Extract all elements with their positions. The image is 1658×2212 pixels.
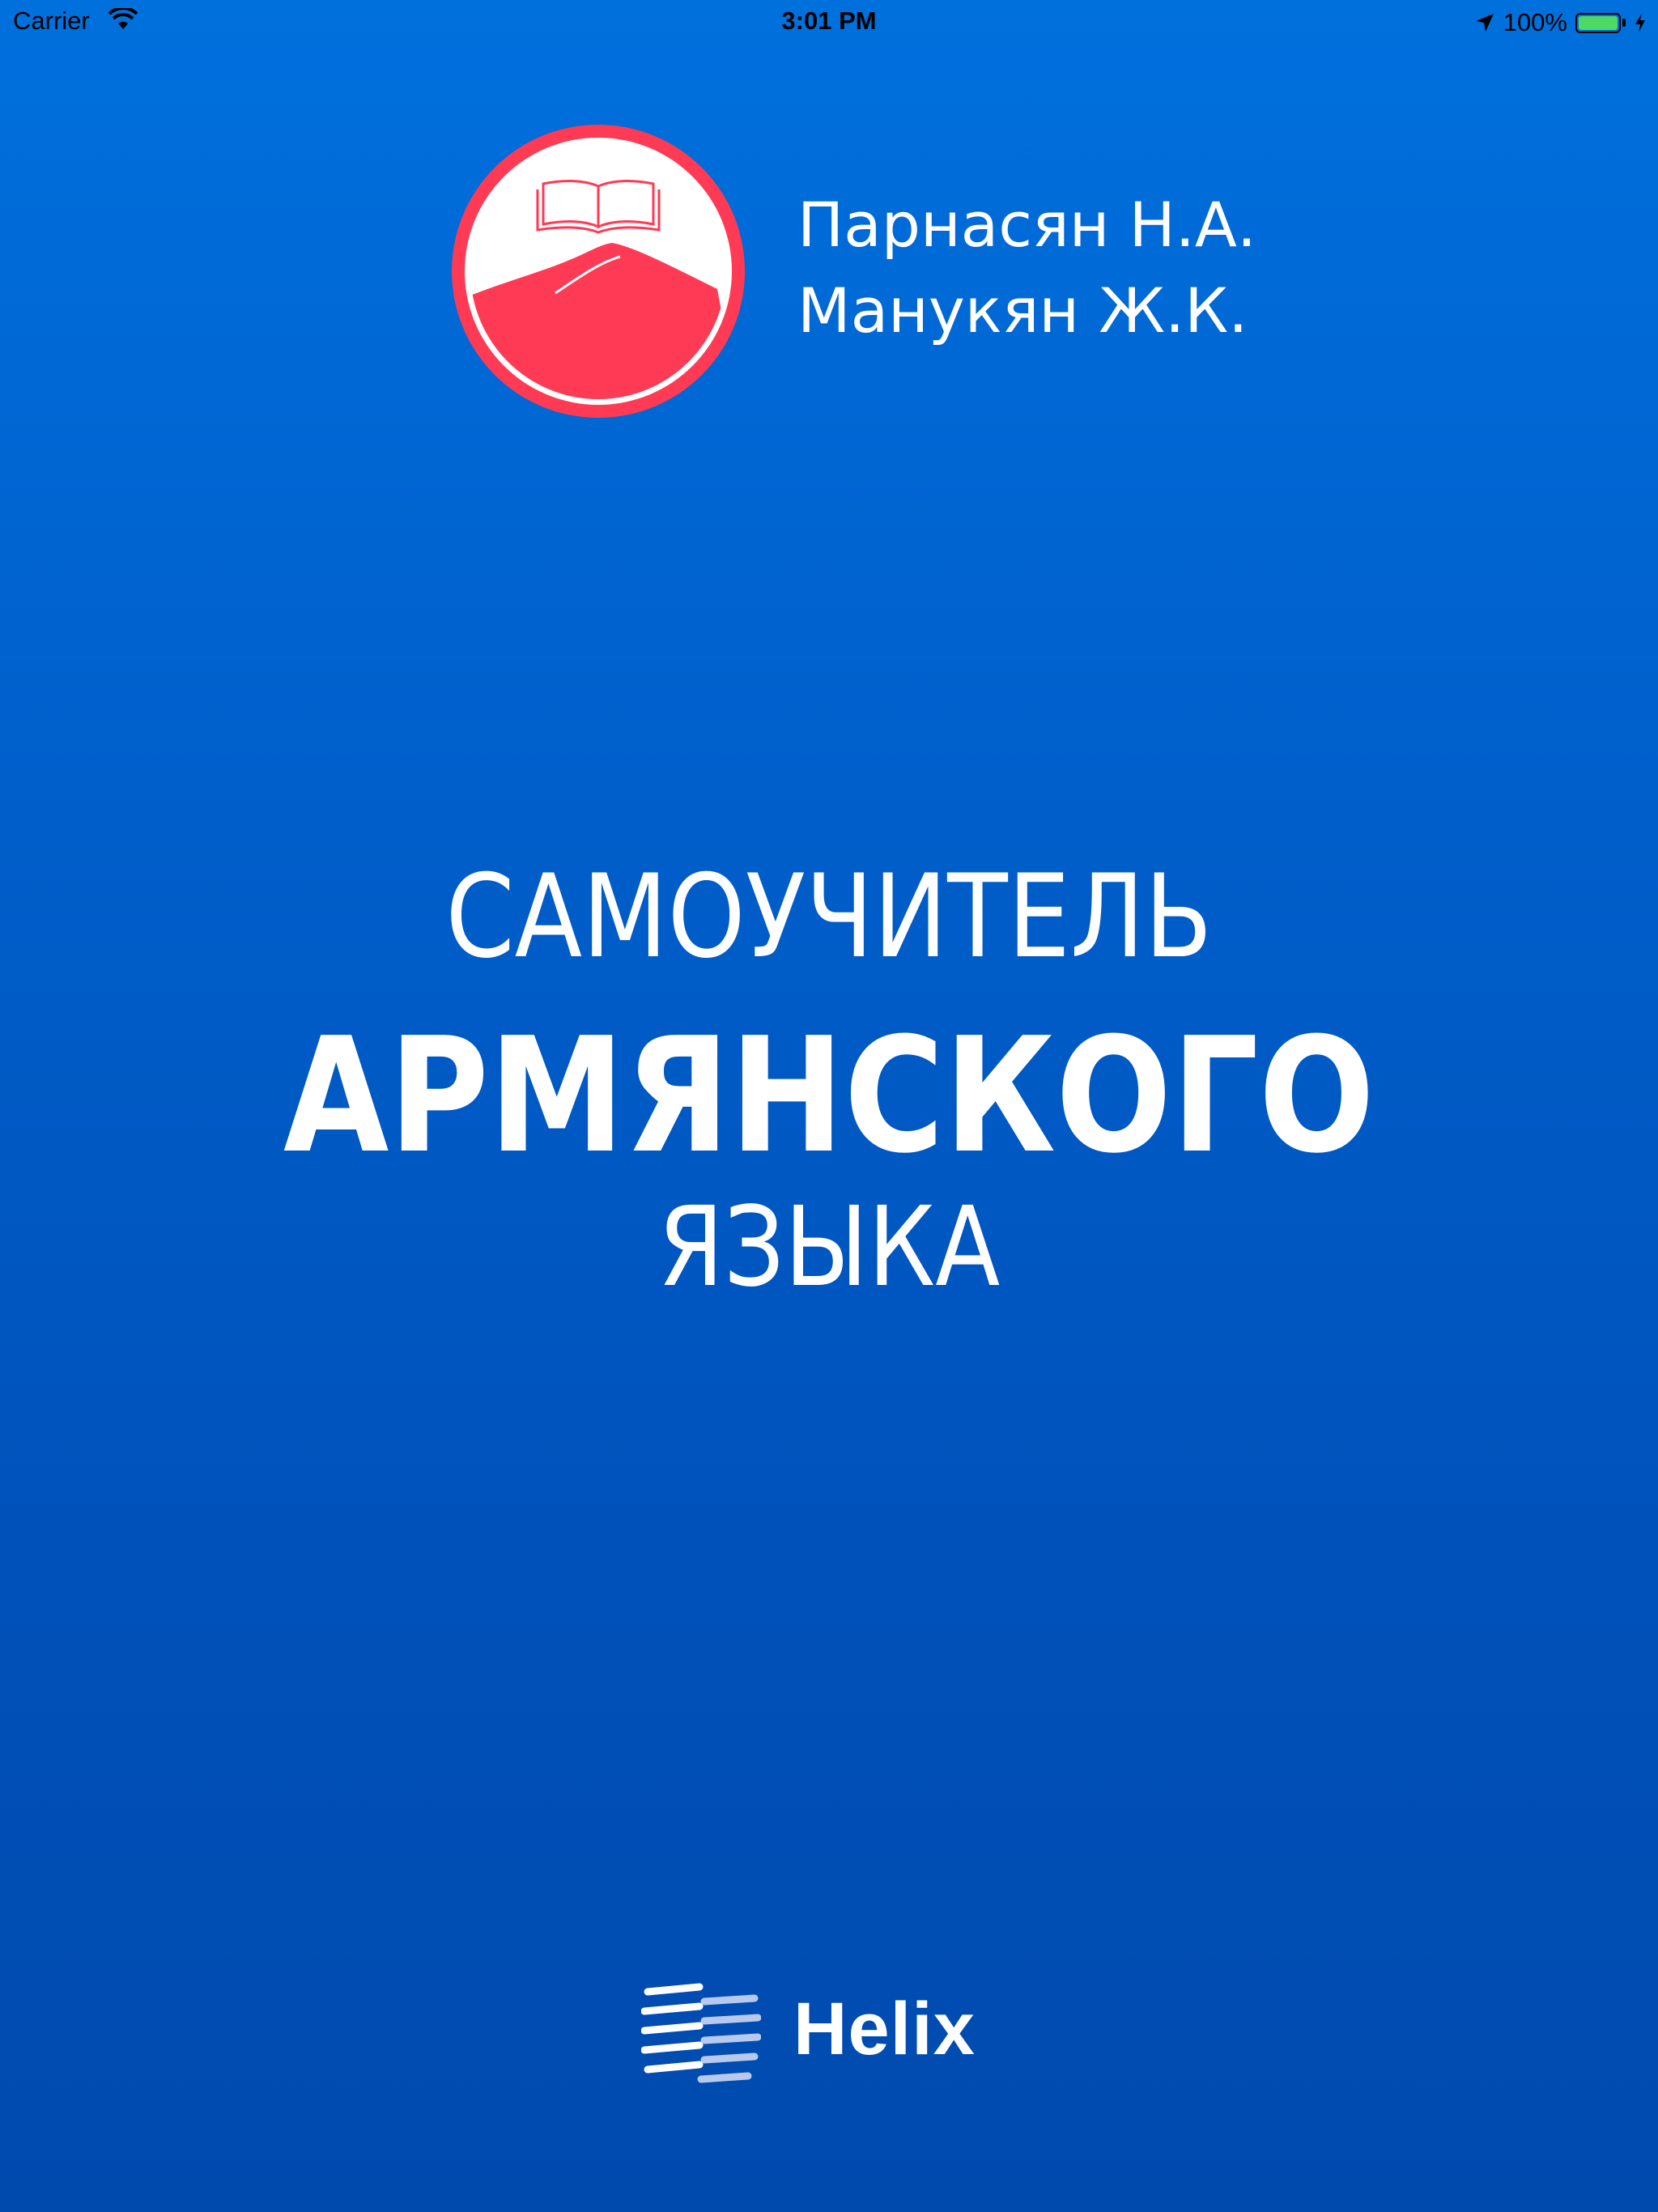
helix-stripes-logo [641,1983,761,2083]
authors: Парнасян Н.А. Манукян Ж.К. [797,182,1256,354]
charging-bolt-icon [1635,13,1645,32]
title-line-1: САМОУЧИТЕЛЬ [445,850,1213,984]
publisher-name: Helix [793,1988,976,2070]
author-1: Парнасян Н.А. [797,189,1257,261]
battery-tip [1622,19,1626,27]
location-arrow-icon [1475,14,1494,32]
battery-icon [1575,12,1621,33]
status-right-cluster: 100% [1474,6,1647,39]
status-time: 3:01 PM [781,6,877,35]
book-mountain-logo [452,125,745,418]
author-2: Манукян Ж.К. [797,274,1248,347]
battery-level-fill [1579,15,1618,30]
status-bar: Carrier 3:01 PM 100% [0,0,1658,44]
title-line-2: АРМЯНСКОГО [283,1004,1375,1189]
title-line-3: ЯЗЫКА [657,1184,1001,1312]
battery-percent: 100% [1503,8,1567,36]
